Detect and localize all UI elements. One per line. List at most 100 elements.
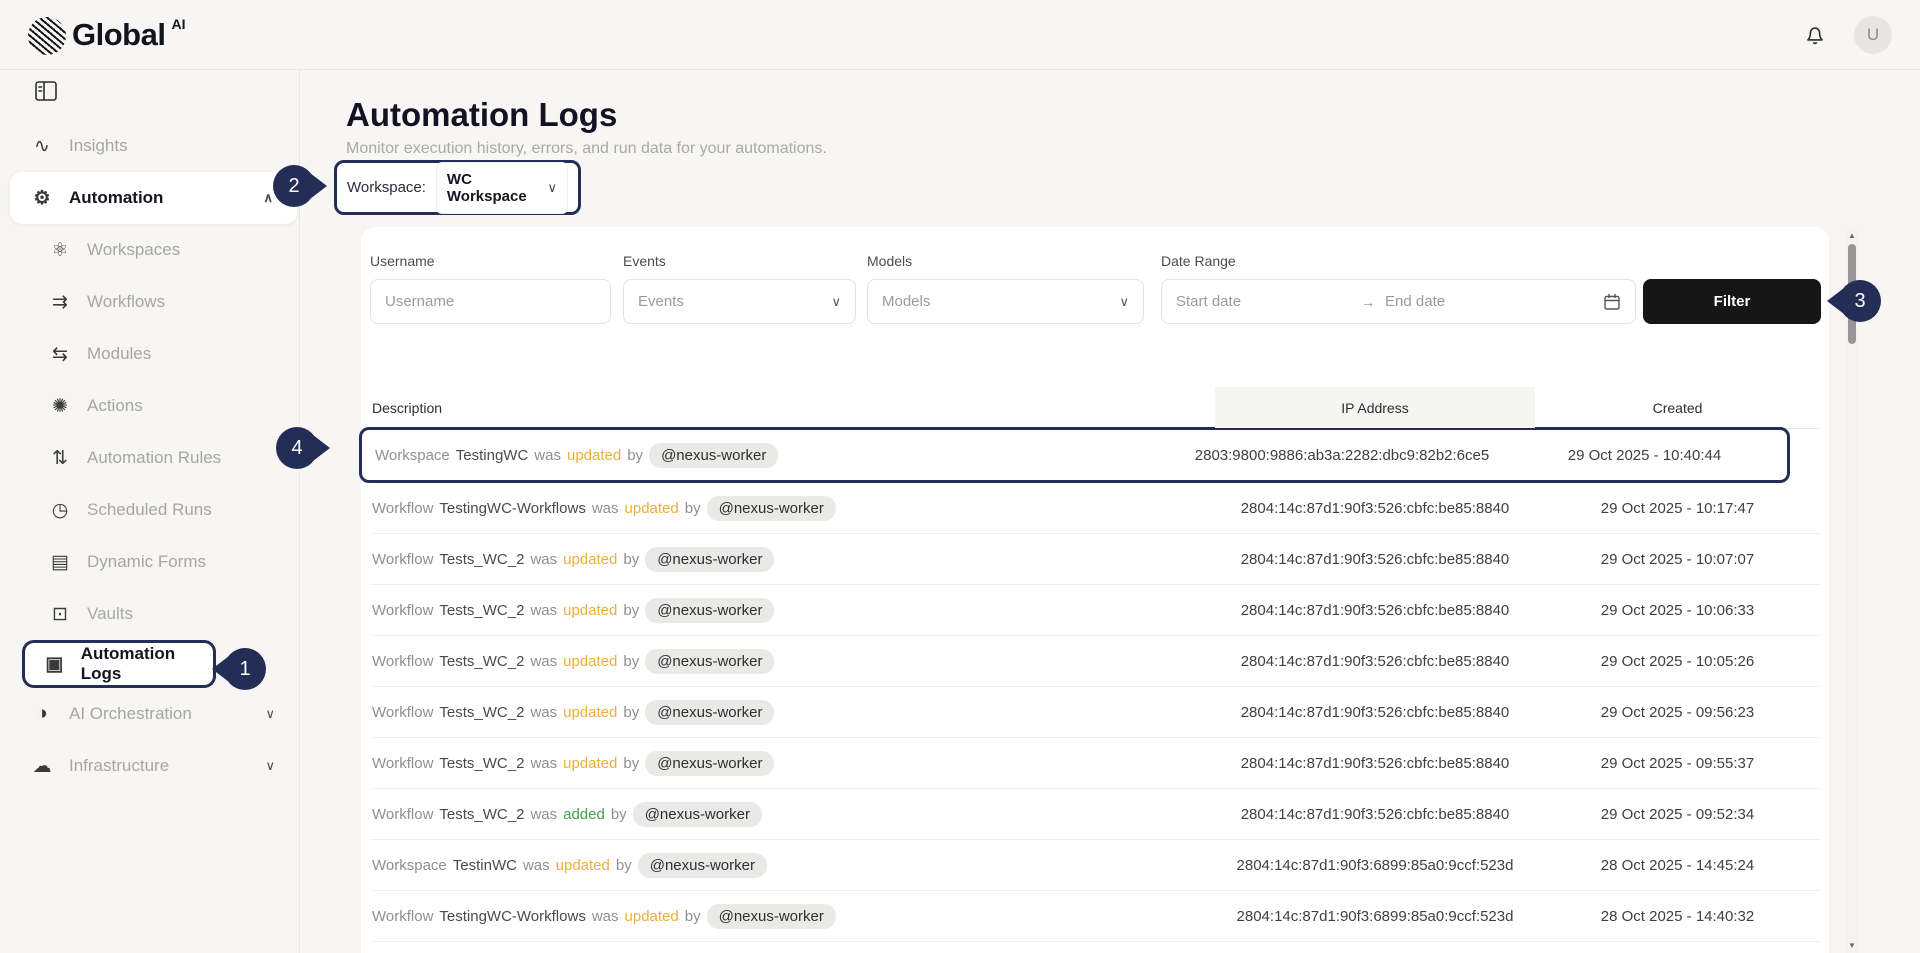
user-badge[interactable]: @nexus-worker bbox=[649, 443, 778, 468]
table-row[interactable]: Workflow Tests_WC_2 was updated by @nexu… bbox=[370, 534, 1820, 585]
user-badge[interactable]: @nexus-worker bbox=[633, 802, 762, 827]
table-row[interactable]: Workspace TestinWC was updated by @nexus… bbox=[370, 840, 1820, 891]
annotation-badge-4: 4 bbox=[276, 427, 330, 469]
table-row[interactable]: Workflow TestingWC-Workflows was added b… bbox=[370, 942, 1820, 953]
user-badge[interactable]: @nexus-worker bbox=[638, 853, 767, 878]
table-row[interactable]: Workspace TestingWC was updated by @nexu… bbox=[359, 427, 1790, 483]
entity-name: Tests_WC_2 bbox=[439, 704, 524, 721]
entity-type: Workflow bbox=[372, 704, 433, 721]
log-description-cell: Workflow Tests_WC_2 was updated by @nexu… bbox=[370, 738, 1215, 788]
annotation-number: 4 bbox=[276, 427, 318, 469]
end-date-input[interactable]: End date bbox=[1385, 293, 1445, 310]
sidebar-item-vaults[interactable]: ⊡ Vaults bbox=[0, 588, 299, 640]
table-row[interactable]: Workflow TestingWC-Workflows was updated… bbox=[370, 891, 1820, 942]
table-row[interactable]: Workflow Tests_WC_2 was added by @nexus-… bbox=[370, 789, 1820, 840]
sidebar-item-label: Dynamic Forms bbox=[87, 552, 206, 572]
entity-name: TestingWC-Workflows bbox=[439, 500, 585, 517]
automation-rules-icon: ⇅ bbox=[48, 447, 72, 470]
log-ip-cell: 2804:14c:87d1:90f3:526:cbfc:be85:8840 bbox=[1215, 585, 1535, 635]
table-body: Workspace TestingWC was updated by @nexu… bbox=[370, 427, 1820, 953]
sidebar-item-label: Actions bbox=[87, 396, 143, 416]
log-created-cell: 29 Oct 2025 - 09:52:34 bbox=[1535, 789, 1820, 839]
entity-name: Tests_WC_2 bbox=[439, 755, 524, 772]
dynamic-forms-icon: ▤ bbox=[48, 551, 72, 574]
date-range-arrow-icon: → bbox=[1361, 294, 1375, 310]
notifications-bell-icon[interactable] bbox=[1802, 22, 1828, 48]
log-description-cell: Workflow Tests_WC_2 was updated by @nexu… bbox=[370, 687, 1215, 737]
ai-orchestration-icon: ◑ bbox=[30, 703, 54, 725]
log-description-cell: Workflow Tests_WC_2 was added by @nexus-… bbox=[370, 789, 1215, 839]
workspace-dropdown[interactable]: WC Workspace ∨ bbox=[436, 162, 568, 214]
event-label: updated bbox=[563, 653, 617, 670]
sidebar-item-actions[interactable]: ✺ Actions bbox=[0, 380, 299, 432]
events-select[interactable]: Events ∨ bbox=[623, 279, 856, 324]
filter-button[interactable]: Filter bbox=[1643, 279, 1821, 324]
scroll-down-arrow-icon[interactable]: ▼ bbox=[1847, 941, 1857, 950]
entity-type: Workflow bbox=[372, 806, 433, 823]
connector-was: was bbox=[592, 908, 619, 925]
table-row[interactable]: Workflow TestingWC-Workflows was updated… bbox=[370, 483, 1820, 534]
sidebar-item-label: Infrastructure bbox=[69, 756, 169, 776]
sidebar-item-insights[interactable]: ∿ Insights bbox=[0, 120, 299, 172]
brand-logo: Global AI bbox=[28, 15, 185, 55]
start-date-input[interactable]: Start date bbox=[1176, 293, 1241, 310]
table-row[interactable]: Workflow Tests_WC_2 was updated by @nexu… bbox=[370, 636, 1820, 687]
sidebar-item-automation-logs[interactable]: ▣ Automation Logs bbox=[22, 640, 216, 688]
sidebar-item-infrastructure[interactable]: ☁ Infrastructure ∨ bbox=[0, 740, 299, 792]
models-select[interactable]: Models ∨ bbox=[867, 279, 1144, 324]
user-badge[interactable]: @nexus-worker bbox=[645, 700, 774, 725]
sidebar-item-label: Scheduled Runs bbox=[87, 500, 212, 520]
date-range-picker[interactable]: Start date → End date bbox=[1161, 279, 1636, 324]
logs-table: Description IP Address Created Workspace… bbox=[370, 387, 1820, 953]
connector-was: was bbox=[523, 857, 550, 874]
table-row[interactable]: Workflow Tests_WC_2 was updated by @nexu… bbox=[370, 687, 1820, 738]
username-input[interactable]: Username bbox=[385, 293, 454, 310]
sidebar-item-automation-rules[interactable]: ⇅ Automation Rules bbox=[0, 432, 299, 484]
sidebar-item-label: Automation Rules bbox=[87, 448, 221, 468]
user-badge[interactable]: @nexus-worker bbox=[707, 496, 836, 521]
sidebar-item-ai-orchestration[interactable]: ◑ AI Orchestration ∨ bbox=[0, 688, 299, 740]
entity-type: Workspace bbox=[372, 857, 447, 874]
user-badge[interactable]: @nexus-worker bbox=[645, 649, 774, 674]
event-label: added bbox=[563, 806, 605, 823]
entity-type: Workflow bbox=[372, 908, 433, 925]
sidebar-item-label: Automation bbox=[69, 188, 163, 208]
sidebar-item-label: Automation Logs bbox=[81, 644, 213, 684]
connector-was: was bbox=[592, 500, 619, 517]
sidebar-item-label: Workflows bbox=[87, 292, 165, 312]
user-badge[interactable]: @nexus-worker bbox=[645, 547, 774, 572]
annotation-arrow-icon bbox=[310, 173, 327, 199]
log-created-cell: 29 Oct 2025 - 10:07:07 bbox=[1535, 534, 1820, 584]
modules-icon: ⇆ bbox=[48, 343, 72, 366]
vertical-scrollbar[interactable]: ▲ ▼ bbox=[1847, 228, 1857, 953]
chevron-icon: ∨ bbox=[265, 706, 275, 722]
sidebar: ∿ Insights ⚙ Automation ∧ ⚛ Workspaces ⇉… bbox=[0, 70, 300, 953]
column-header-description: Description bbox=[372, 400, 442, 416]
entity-type: Workspace bbox=[375, 447, 450, 464]
annotation-number: 3 bbox=[1839, 280, 1881, 322]
sidebar-item-workspaces[interactable]: ⚛ Workspaces bbox=[0, 224, 299, 276]
log-created-cell: 29 Oct 2025 - 10:17:47 bbox=[1535, 483, 1820, 533]
table-row[interactable]: Workflow Tests_WC_2 was updated by @nexu… bbox=[370, 738, 1820, 789]
sidebar-toggle-icon[interactable] bbox=[34, 80, 58, 102]
sidebar-item-workflows[interactable]: ⇉ Workflows bbox=[0, 276, 299, 328]
user-badge[interactable]: @nexus-worker bbox=[707, 904, 836, 929]
scroll-up-arrow-icon[interactable]: ▲ bbox=[1847, 231, 1857, 240]
entity-type: Workflow bbox=[372, 551, 433, 568]
log-created-cell: 29 Oct 2025 - 09:55:37 bbox=[1535, 738, 1820, 788]
sidebar-item-dynamic-forms[interactable]: ▤ Dynamic Forms bbox=[0, 536, 299, 588]
sidebar-item-automation[interactable]: ⚙ Automation ∧ bbox=[10, 172, 297, 224]
entity-name: Tests_WC_2 bbox=[439, 551, 524, 568]
user-badge[interactable]: @nexus-worker bbox=[645, 598, 774, 623]
chevron-down-icon: ∨ bbox=[1119, 294, 1129, 310]
sidebar-item-scheduled-runs[interactable]: ◷ Scheduled Runs bbox=[0, 484, 299, 536]
connector-by: by bbox=[616, 857, 632, 874]
user-avatar[interactable]: U bbox=[1854, 16, 1892, 54]
table-row[interactable]: Workflow Tests_WC_2 was updated by @nexu… bbox=[370, 585, 1820, 636]
sidebar-item-modules[interactable]: ⇆ Modules bbox=[0, 328, 299, 380]
date-range-filter-label: Date Range bbox=[1161, 253, 1236, 269]
user-badge[interactable]: @nexus-worker bbox=[645, 751, 774, 776]
event-label: updated bbox=[556, 857, 610, 874]
models-filter-label: Models bbox=[867, 253, 912, 269]
calendar-icon[interactable] bbox=[1603, 293, 1621, 311]
